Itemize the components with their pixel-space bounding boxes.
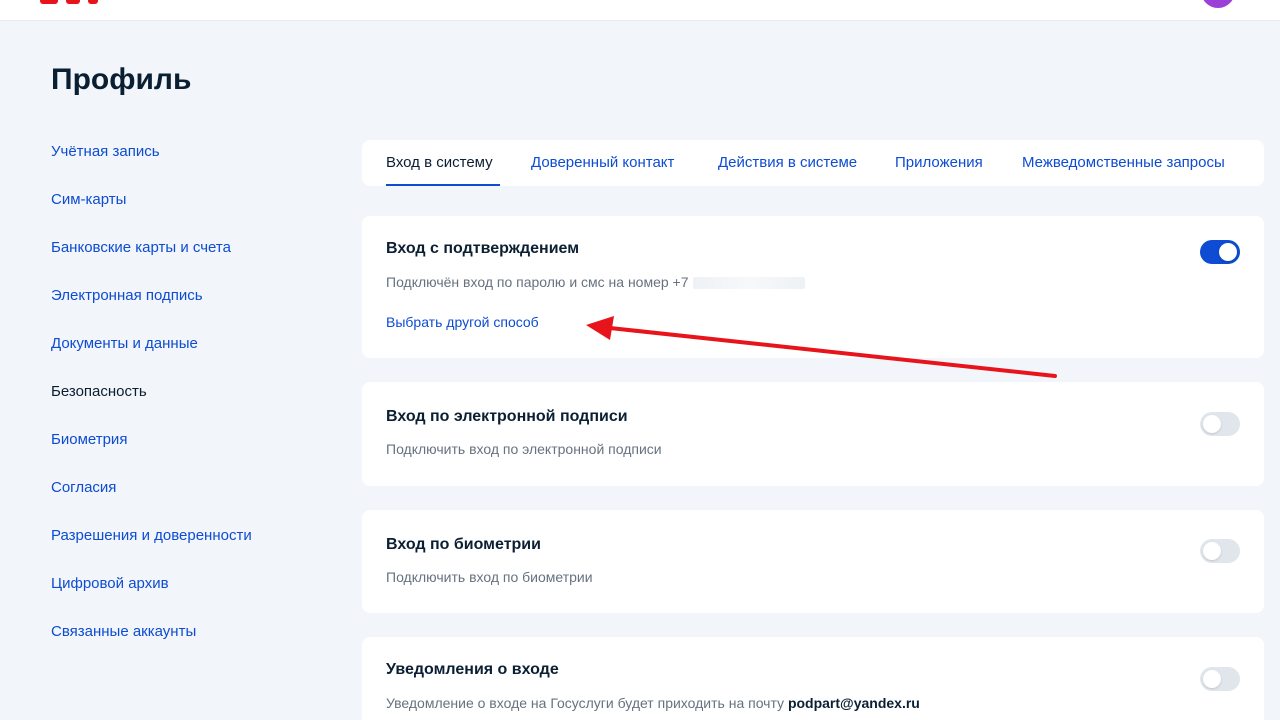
- card-biometry-login: Вход по биометрии Подключить вход по био…: [362, 510, 1264, 613]
- toggle-knob: [1203, 415, 1221, 433]
- sidebar-item-security[interactable]: Безопасность: [51, 380, 331, 428]
- sidebar: Учётная запись Сим-карты Банковские карт…: [51, 140, 331, 668]
- card-title: Уведомления о входе: [386, 661, 559, 678]
- top-bar: [0, 0, 1280, 21]
- toggle-knob: [1203, 670, 1221, 688]
- sidebar-item-consents[interactable]: Согласия: [51, 476, 331, 524]
- card-description: Подключить вход по электронной подписи: [386, 441, 662, 457]
- toggle-knob: [1219, 243, 1237, 261]
- esign-login-toggle[interactable]: [1200, 412, 1240, 436]
- login-notifications-toggle[interactable]: [1200, 667, 1240, 691]
- sidebar-item-bank-cards[interactable]: Банковские карты и счета: [51, 236, 331, 284]
- tab-system-actions[interactable]: Действия в системе: [718, 153, 857, 173]
- active-tab-indicator: [386, 184, 500, 186]
- tab-interagency-requests[interactable]: Межведомственные запросы: [1022, 153, 1225, 173]
- avatar[interactable]: [1201, 0, 1235, 8]
- phone-mask: [692, 277, 805, 290]
- sidebar-item-e-signature[interactable]: Электронная подпись: [51, 284, 331, 332]
- sidebar-item-linked-accounts[interactable]: Связанные аккаунты: [51, 620, 331, 668]
- card-title: Вход с подтверждением: [386, 240, 580, 257]
- card-esign-login: Вход по электронной подписи Подключить в…: [362, 382, 1264, 486]
- card-description: Подключён вход по паролю и смс на номер …: [386, 272, 805, 292]
- notification-email: podpart@yandex.ru: [787, 695, 920, 711]
- biometry-login-toggle[interactable]: [1200, 539, 1240, 563]
- card-description: Уведомление о входе на Госуслуги будет п…: [386, 695, 920, 711]
- card-login-notifications: Уведомления о входе Уведомление о входе …: [362, 637, 1264, 720]
- tab-login[interactable]: Вход в систему: [386, 153, 493, 173]
- toggle-knob: [1203, 542, 1221, 560]
- choose-other-method-link[interactable]: Выбрать другой способ: [386, 312, 539, 332]
- sidebar-item-biometry[interactable]: Биометрия: [51, 428, 331, 476]
- card-description: Подключить вход по биометрии: [386, 569, 593, 585]
- sidebar-item-digital-archive[interactable]: Цифровой архив: [51, 572, 331, 620]
- card-title: Вход по электронной подписи: [386, 408, 628, 425]
- logo-icon[interactable]: [40, 0, 150, 4]
- card-confirm-login: Вход с подтверждением Подключён вход по …: [362, 216, 1264, 358]
- tabs-bar: Вход в систему Доверенный контакт Действ…: [362, 140, 1264, 186]
- sidebar-item-account[interactable]: Учётная запись: [51, 140, 331, 188]
- tab-trusted-contact[interactable]: Доверенный контакт: [531, 153, 674, 173]
- sidebar-item-documents[interactable]: Документы и данные: [51, 332, 331, 380]
- page-title: Профиль: [51, 63, 192, 96]
- card-title: Вход по биометрии: [386, 536, 541, 553]
- confirm-login-toggle[interactable]: [1200, 240, 1240, 264]
- sidebar-item-sim-cards[interactable]: Сим-карты: [51, 188, 331, 236]
- tab-applications[interactable]: Приложения: [895, 153, 983, 173]
- sidebar-item-permissions[interactable]: Разрешения и доверенности: [51, 524, 331, 572]
